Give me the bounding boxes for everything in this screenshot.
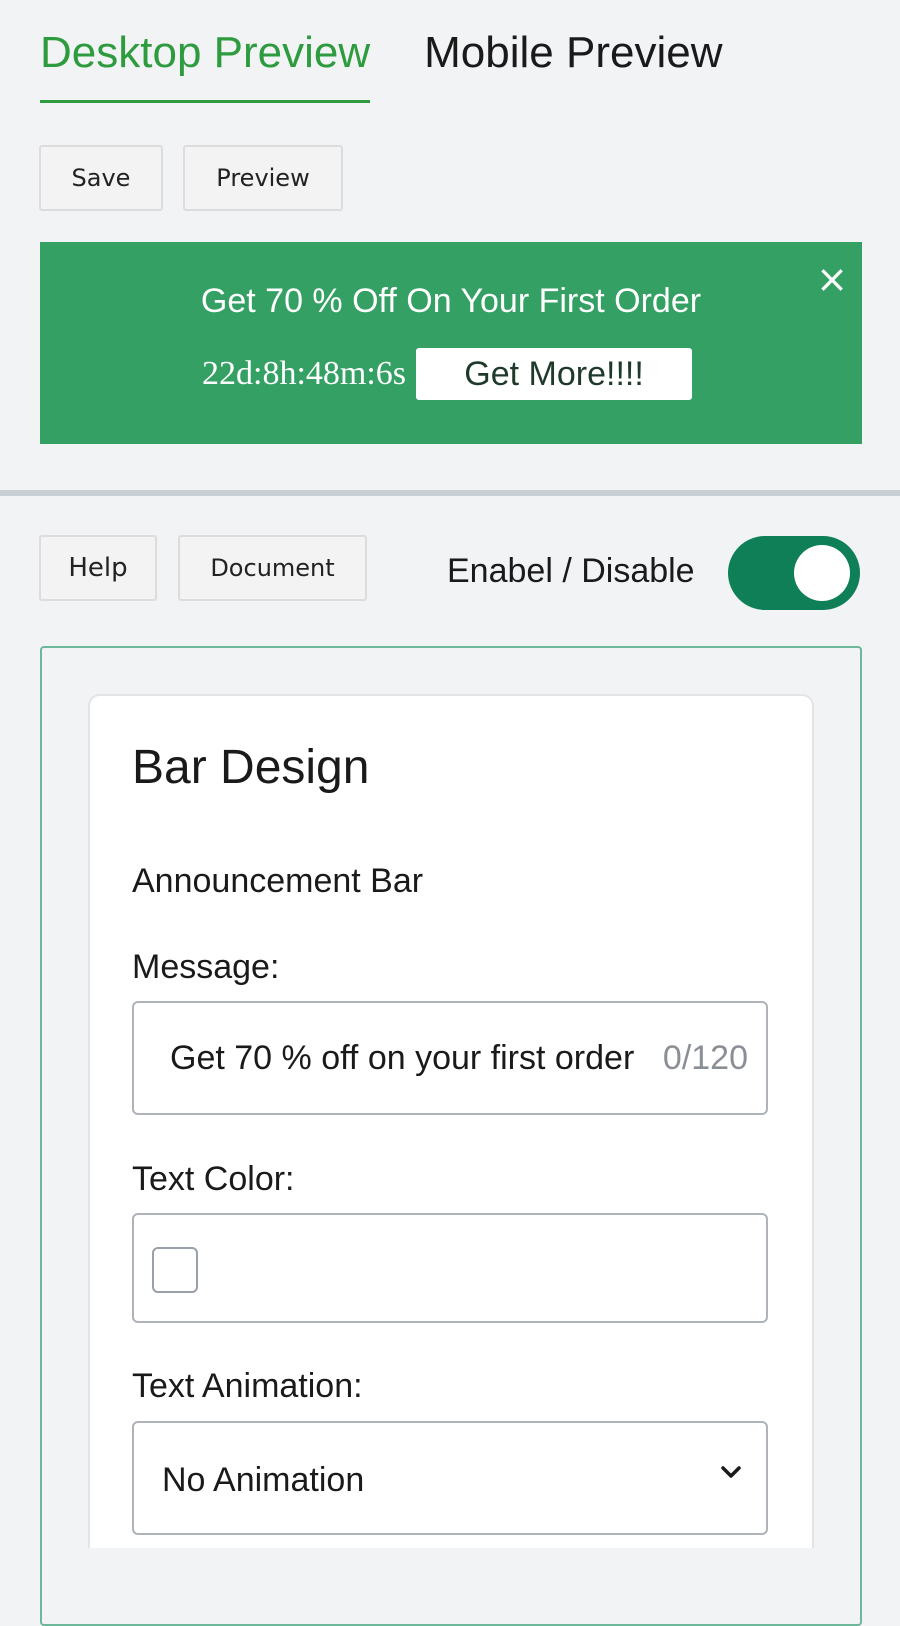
message-value[interactable]: Get 70 % off on your first order (170, 1039, 640, 1078)
enable-toggle-label: Enabel / Disable (447, 552, 695, 590)
toggle-knob (794, 545, 850, 601)
text-animation-value: No Animation (162, 1461, 365, 1499)
get-more-button[interactable]: Get More!!!! (416, 348, 693, 400)
enable-toggle[interactable] (728, 536, 860, 610)
preview-tabs: Desktop Preview Mobile Preview (40, 28, 722, 103)
section-label: Announcement Bar (132, 862, 424, 900)
document-button[interactable]: Document (178, 535, 367, 601)
help-button[interactable]: Help (39, 535, 157, 601)
text-color-label: Text Color: (132, 1160, 295, 1198)
banner-title: Get 70 % Off On Your First Order (200, 282, 702, 320)
chevron-down-icon (721, 1466, 741, 1478)
countdown-timer: 22d:8h:48m:6s (202, 355, 407, 392)
section-divider (0, 490, 900, 496)
message-label: Message: (132, 948, 280, 986)
announcement-banner-preview: × Get 70 % Off On Your First Order 22d:8… (40, 242, 862, 444)
color-swatch[interactable] (152, 1247, 198, 1293)
message-input[interactable]: Get 70 % off on your first order 0/120 (132, 1001, 768, 1115)
save-button[interactable]: Save (39, 145, 163, 211)
bottom-overlay (60, 1548, 840, 1600)
character-counter: 0/120 (662, 1039, 748, 1077)
tab-desktop-preview[interactable]: Desktop Preview (40, 28, 371, 103)
banner-row: 22d:8h:48m:6s Get More!!!! (202, 348, 693, 400)
tab-mobile-preview[interactable]: Mobile Preview (424, 28, 722, 103)
card-title: Bar Design (132, 741, 370, 794)
preview-button[interactable]: Preview (183, 145, 343, 211)
text-color-field[interactable] (132, 1213, 768, 1323)
text-animation-select[interactable]: No Animation (132, 1421, 768, 1535)
text-animation-label: Text Animation: (132, 1367, 363, 1405)
